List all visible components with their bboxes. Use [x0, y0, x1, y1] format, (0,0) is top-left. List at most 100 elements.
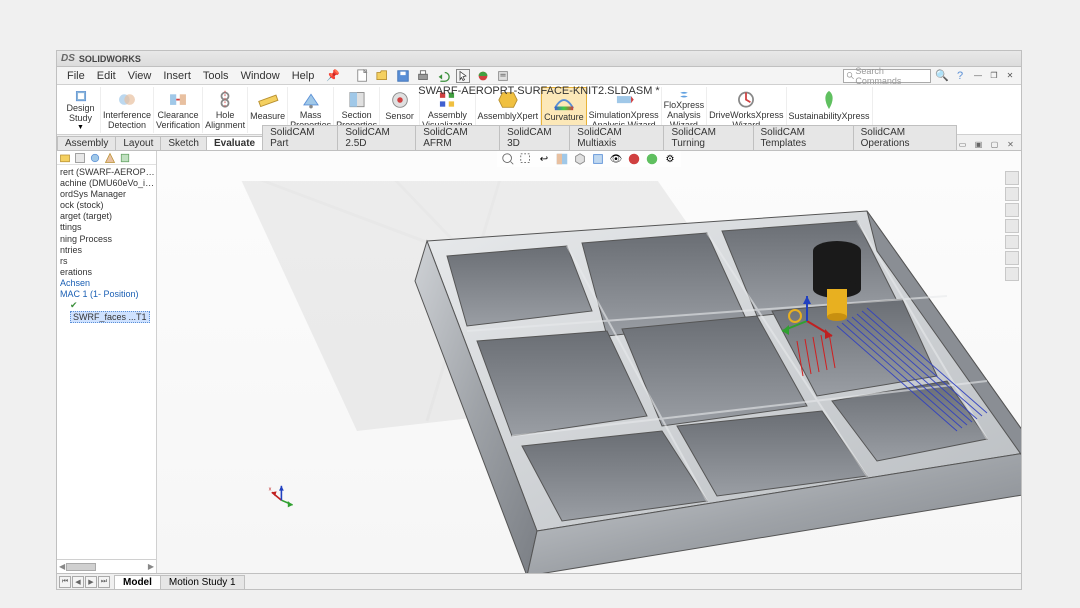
- next-tab-icon[interactable]: ▶: [85, 576, 97, 588]
- ribbon-design-study[interactable]: DesignStudy ▼: [61, 87, 101, 133]
- brand-label: SOLIDWORKS: [79, 54, 141, 64]
- bottom-tab-motion-study[interactable]: Motion Study 1: [160, 575, 245, 589]
- tab-solidcam-turning[interactable]: SolidCAM Turning: [663, 125, 753, 150]
- menu-window[interactable]: Window: [235, 69, 286, 83]
- tab-solidcam-3d[interactable]: SolidCAM 3D: [499, 125, 570, 150]
- view-heads-up-toolbar: ↩ 👁 ⚙: [497, 151, 681, 167]
- ribbon-clearance-verification[interactable]: ClearanceVerification: [154, 87, 203, 133]
- tree-node[interactable]: achine (DMU60eVo_iTNC530_5X): [58, 178, 155, 189]
- graphics-viewport[interactable]: ↩ 👁 ⚙: [157, 151, 1021, 573]
- minimize-button[interactable]: —: [971, 70, 985, 82]
- search-commands-input[interactable]: Search Commands: [843, 69, 931, 83]
- rebuild-icon[interactable]: [476, 69, 490, 83]
- tree-node[interactable]: ntries: [58, 245, 155, 256]
- ribbon-hole-alignment[interactable]: HoleAlignment: [203, 87, 248, 133]
- menu-help[interactable]: Help: [286, 69, 321, 83]
- selection-icon[interactable]: [456, 69, 470, 83]
- document-title: SWARF-AEROPRT-SURFACE-KNIT2.SLDASM *: [418, 85, 659, 97]
- view-triad-icon[interactable]: x: [267, 481, 299, 513]
- chevron-down-icon: ▼: [77, 124, 84, 131]
- tree-node[interactable]: ordSys Manager: [58, 189, 155, 200]
- tree-tab4-icon[interactable]: [104, 152, 116, 164]
- tree-scrollbar[interactable]: ◀ ▶: [57, 559, 156, 573]
- titlebar-right: Search Commands 🔍 ? — ❐ ✕: [843, 69, 1017, 83]
- mdi-restore-icon[interactable]: ▣: [972, 138, 985, 150]
- undo-icon[interactable]: [436, 69, 450, 83]
- tab-layout[interactable]: Layout: [115, 136, 161, 150]
- tab-solidcam-25d[interactable]: SolidCAM 2.5D: [337, 125, 416, 150]
- edit-appearance-icon[interactable]: [627, 152, 641, 166]
- tree-node[interactable]: MAC 1 (1- Position): [58, 289, 155, 300]
- prev-view-icon[interactable]: ↩: [537, 152, 551, 166]
- part-model-render: [217, 181, 1021, 573]
- print-icon[interactable]: [416, 69, 430, 83]
- tree-tab5-icon[interactable]: [119, 152, 131, 164]
- scrollbar-thumb[interactable]: [66, 563, 96, 571]
- section-view-icon[interactable]: [555, 152, 569, 166]
- tab-solidcam-afrm[interactable]: SolidCAM AFRM: [415, 125, 500, 150]
- command-manager-tabs: Assembly Layout Sketch Evaluate SolidCAM…: [57, 135, 1021, 151]
- tree-body[interactable]: rert (SWARF-AEROPRT-SURFACE achine (DMU6…: [57, 165, 156, 559]
- restore-button[interactable]: ❐: [987, 70, 1001, 82]
- tree-node[interactable]: erations: [58, 267, 155, 278]
- mdi-max-icon[interactable]: ▢: [988, 138, 1001, 150]
- tab-solidcam-operations[interactable]: SolidCAM Operations: [853, 125, 957, 150]
- tree-node[interactable]: ock (stock): [58, 200, 155, 211]
- mdi-min-icon[interactable]: ▭: [956, 138, 969, 150]
- display-style-icon[interactable]: [591, 152, 605, 166]
- tree-node[interactable]: ttings: [58, 222, 155, 233]
- menu-edit[interactable]: Edit: [91, 69, 122, 83]
- tree-tab-icon[interactable]: [59, 152, 71, 164]
- menu-file[interactable]: File: [61, 69, 91, 83]
- tab-solidcam-part[interactable]: SolidCAM Part: [262, 125, 338, 150]
- search-icon: [846, 71, 855, 81]
- tab-assembly[interactable]: Assembly: [57, 136, 116, 150]
- svg-text:x: x: [269, 487, 272, 493]
- help-icon[interactable]: ?: [953, 69, 967, 83]
- tree-tab2-icon[interactable]: [74, 152, 86, 164]
- bottom-tab-model[interactable]: Model: [114, 575, 161, 589]
- help-search-icon[interactable]: 🔍: [935, 69, 949, 83]
- prev-tab-icon[interactable]: ◀: [72, 576, 84, 588]
- menu-bar: File Edit View Insert Tools Window Help …: [57, 67, 1021, 85]
- options-icon[interactable]: [496, 69, 510, 83]
- view-orientation-icon[interactable]: [573, 152, 587, 166]
- tab-evaluate[interactable]: Evaluate: [206, 136, 263, 150]
- close-button[interactable]: ✕: [1003, 70, 1017, 82]
- tree-node[interactable]: ning Process: [58, 234, 155, 245]
- workspace: rert (SWARF-AEROPRT-SURFACE achine (DMU6…: [57, 151, 1021, 573]
- bottom-tabs-nav: ⏮ ◀ ▶ ⏭: [59, 576, 110, 588]
- mdi-close-icon[interactable]: ✕: [1004, 138, 1017, 150]
- zoom-area-icon[interactable]: [519, 152, 533, 166]
- menu-view[interactable]: View: [122, 69, 158, 83]
- search-placeholder: Search Commands: [855, 66, 928, 86]
- tree-tab3-icon[interactable]: [89, 152, 101, 164]
- tree-node[interactable]: arget (target): [58, 211, 155, 222]
- save-icon[interactable]: [396, 69, 410, 83]
- tree-filter-bar: [57, 151, 156, 165]
- check-icon: ✔: [70, 300, 78, 310]
- first-tab-icon[interactable]: ⏮: [59, 576, 71, 588]
- bottom-tabs: ⏮ ◀ ▶ ⏭ Model Motion Study 1: [57, 573, 1021, 589]
- open-icon[interactable]: [376, 69, 390, 83]
- zoom-fit-icon[interactable]: [501, 152, 515, 166]
- app-logo: DS SOLIDWORKS: [61, 53, 141, 64]
- apply-scene-icon[interactable]: [645, 152, 659, 166]
- view-settings-icon[interactable]: ⚙: [663, 152, 677, 166]
- tab-solidcam-templates[interactable]: SolidCAM Templates: [753, 125, 854, 150]
- tab-sketch[interactable]: Sketch: [160, 136, 207, 150]
- hide-show-icon[interactable]: 👁: [609, 152, 623, 166]
- tree-node[interactable]: Achsen: [58, 278, 155, 289]
- tree-node[interactable]: rert (SWARF-AEROPRT-SURFACE: [58, 167, 155, 178]
- tree-node[interactable]: rs: [58, 256, 155, 267]
- menu-pin-icon[interactable]: 📌: [320, 68, 346, 83]
- tree-node-selected[interactable]: SWRF_faces ...T1: [70, 311, 150, 323]
- tab-solidcam-multiaxis[interactable]: SolidCAM Multiaxis: [569, 125, 664, 150]
- feature-tree: rert (SWARF-AEROPRT-SURFACE achine (DMU6…: [57, 151, 157, 573]
- new-doc-icon[interactable]: [356, 69, 370, 83]
- last-tab-icon[interactable]: ⏭: [98, 576, 110, 588]
- menu-insert[interactable]: Insert: [157, 69, 197, 83]
- menu-tools[interactable]: Tools: [197, 69, 235, 83]
- app-window: DS SOLIDWORKS File Edit View Insert Tool…: [56, 50, 1022, 590]
- ribbon-interference-detection[interactable]: InterferenceDetection: [101, 87, 154, 133]
